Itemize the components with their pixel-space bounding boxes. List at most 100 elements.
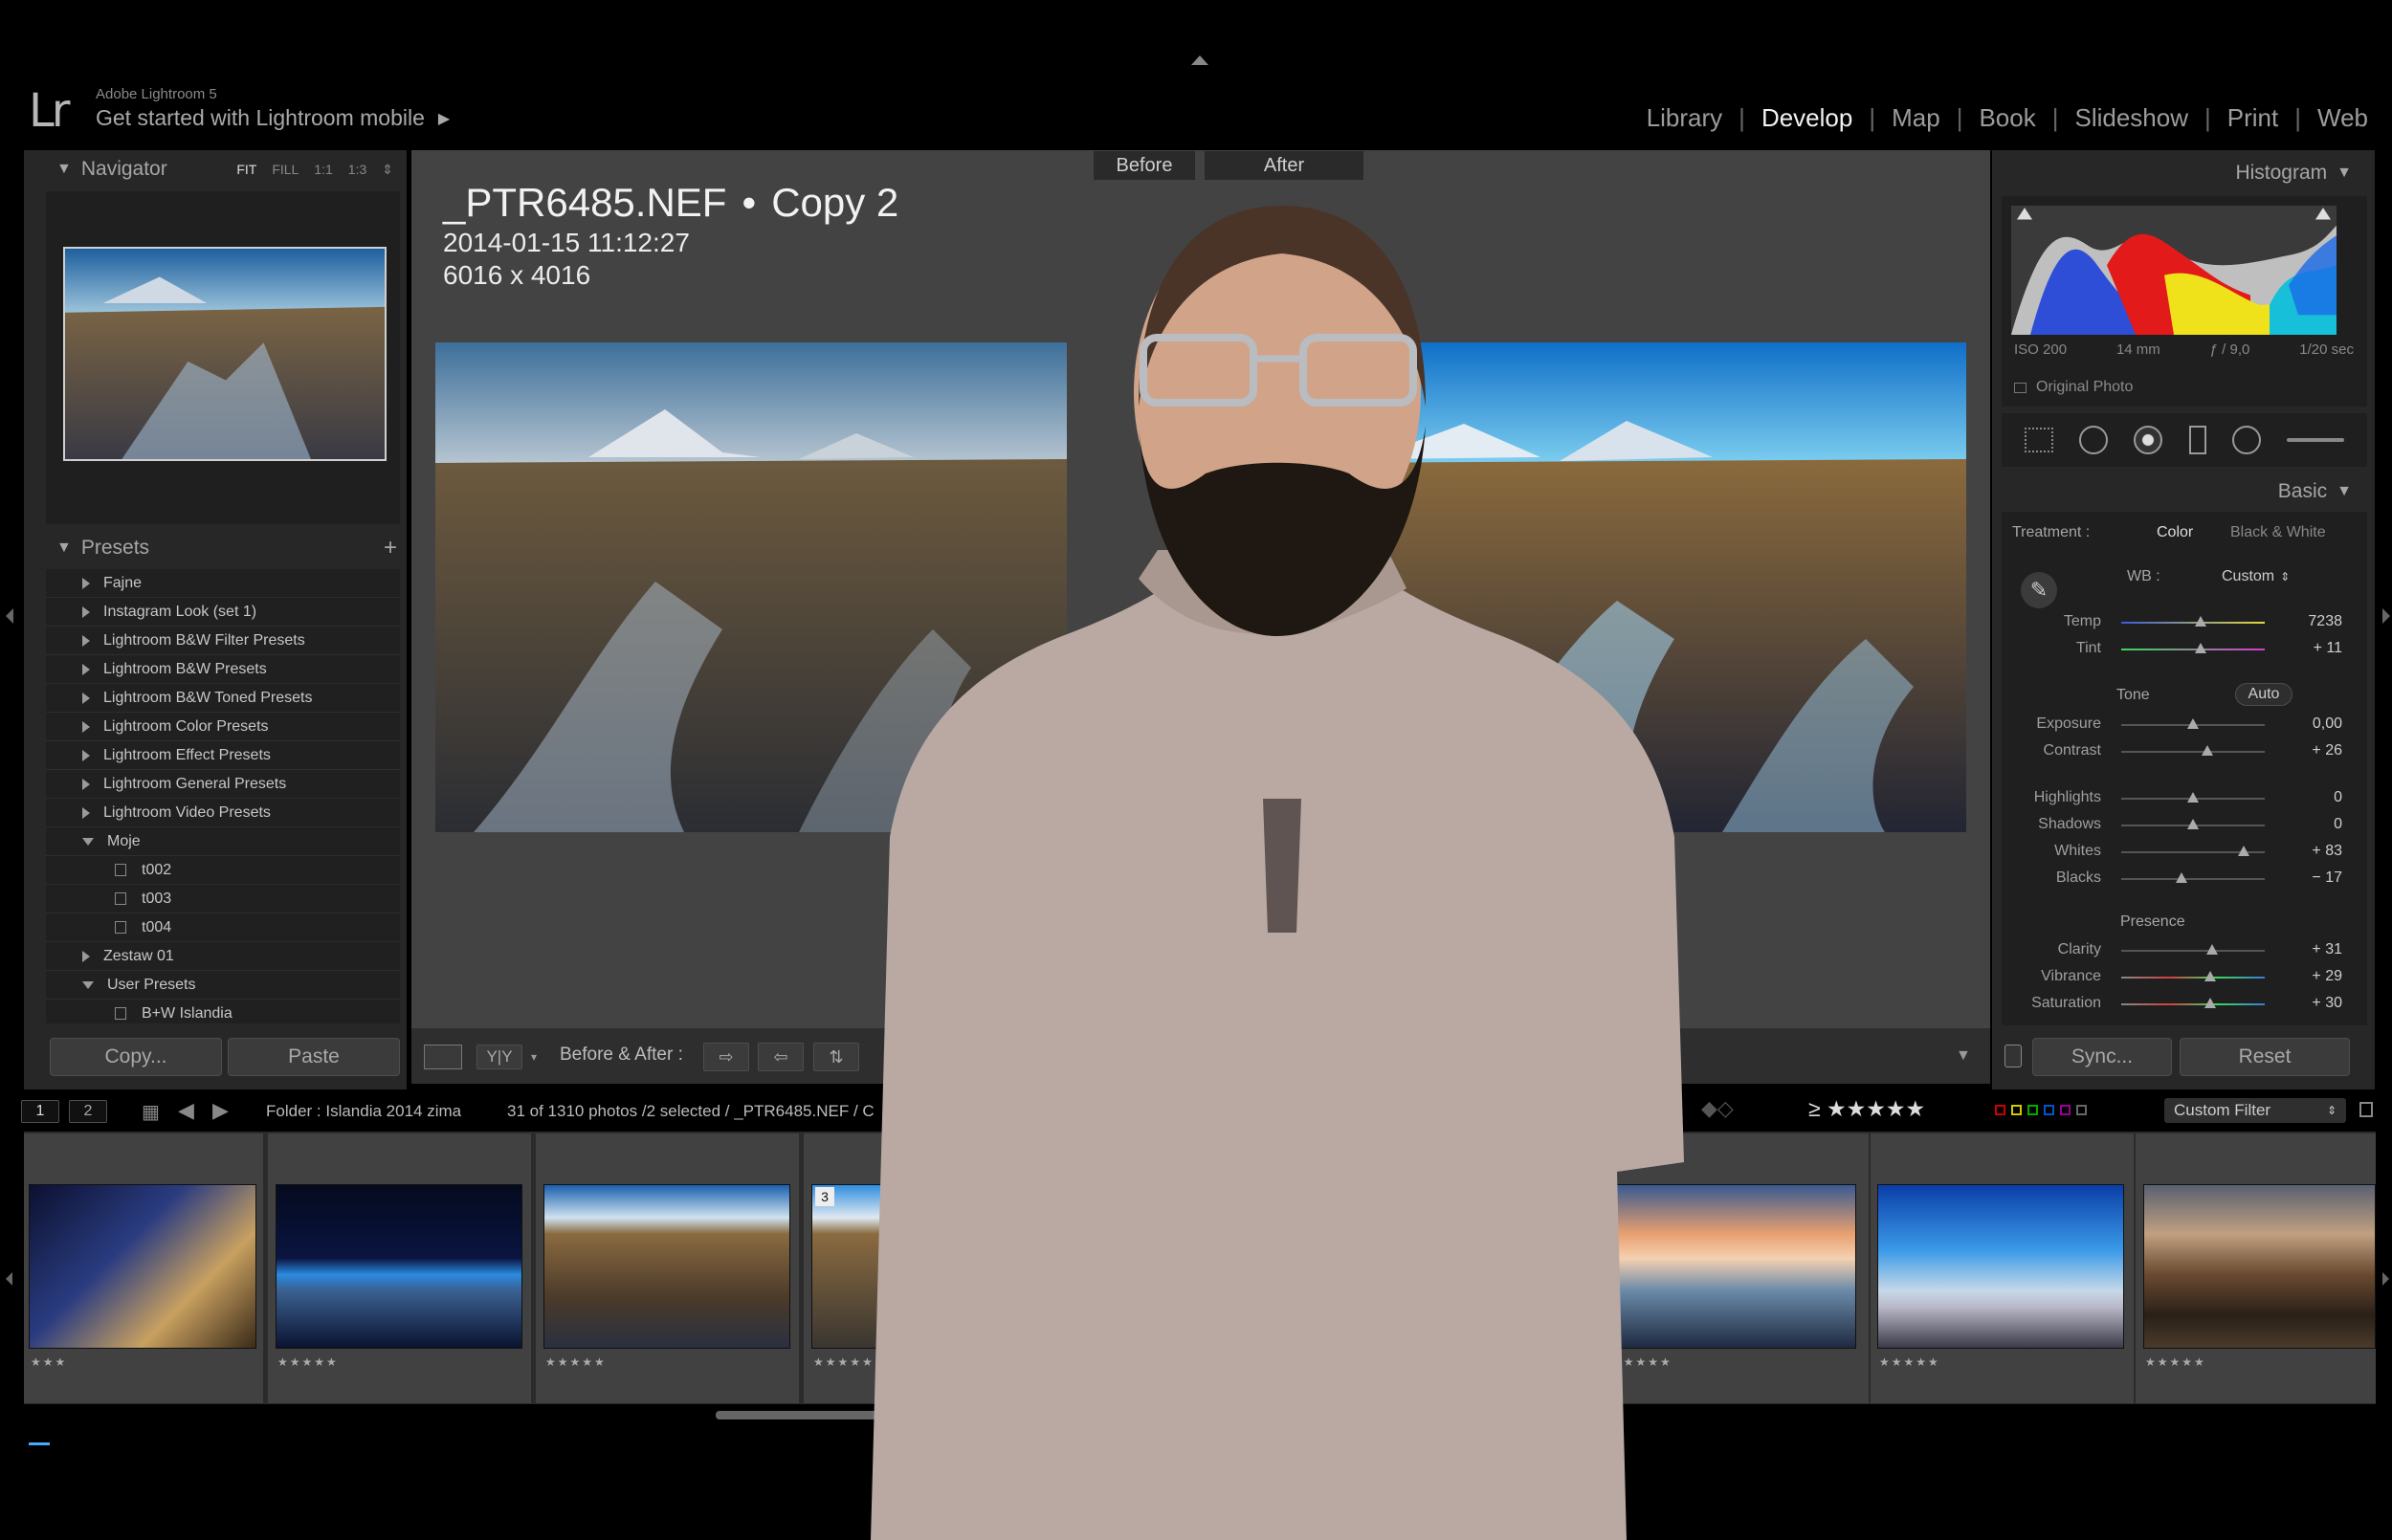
slider-value[interactable]: 0 (2334, 816, 2342, 833)
slider-handle[interactable] (2187, 718, 2199, 729)
module-slideshow[interactable]: Slideshow (2058, 103, 2204, 133)
slider-handle[interactable] (2194, 616, 2206, 627)
module-print[interactable]: Print (2211, 103, 2294, 133)
paste-button[interactable]: Paste (228, 1038, 400, 1076)
main-window-button[interactable]: 1 (21, 1100, 59, 1123)
shadows-slider[interactable]: Shadows 0 (2002, 812, 2367, 839)
preset-folder[interactable]: Lightroom Effect Presets (46, 741, 400, 770)
navigator-header[interactable]: ▼ Navigator FIT FILL 1:1 1:3 ⇕ (43, 153, 407, 186)
filmstrip-thumbnail[interactable] (543, 1184, 790, 1349)
slider-value[interactable]: 0 (2334, 789, 2342, 806)
slider-value[interactable]: − 17 (2312, 869, 2342, 887)
whites-slider[interactable]: Whites + 83 (2002, 839, 2367, 866)
red-eye-icon[interactable] (2134, 426, 2163, 454)
adjustment-brush-icon[interactable] (2287, 438, 2345, 442)
filmstrip-thumbnail[interactable] (276, 1184, 522, 1349)
left-panel-arrow-icon[interactable] (6, 608, 13, 624)
blacks-slider[interactable]: Blacks − 17 (2002, 866, 2367, 892)
radial-filter-icon[interactable] (2231, 426, 2261, 454)
slider-value[interactable]: + 31 (2312, 941, 2342, 958)
slider-track[interactable] (2121, 977, 2265, 979)
slider-value[interactable]: 7238 (2308, 613, 2342, 630)
preset-folder[interactable]: Lightroom B&W Presets (46, 655, 400, 684)
slider-handle[interactable] (2194, 643, 2206, 653)
filmstrip-right-arrow-icon[interactable] (2382, 1272, 2389, 1286)
zoom-dropdown-icon[interactable]: ⇕ (382, 162, 393, 178)
slider-handle[interactable] (2204, 998, 2216, 1008)
vibrance-slider[interactable]: Vibrance + 29 (2002, 964, 2367, 991)
rating-filter[interactable]: ≥ ★★★★★ (1808, 1096, 1925, 1122)
color-label-red[interactable] (1995, 1105, 2005, 1115)
spot-removal-icon[interactable] (2078, 426, 2108, 454)
slider-handle[interactable] (2187, 792, 2199, 803)
module-develop[interactable]: Develop (1745, 103, 1869, 133)
saturation-slider[interactable]: Saturation + 30 (2002, 991, 2367, 1018)
copy-button[interactable]: Copy... (50, 1038, 222, 1076)
slider-value[interactable]: + 11 (2314, 640, 2342, 657)
basic-header[interactable]: Basic ▼ (2000, 475, 2365, 508)
color-label-green[interactable] (2027, 1105, 2038, 1115)
preset-folder[interactable]: Lightroom B&W Toned Presets (46, 684, 400, 713)
preset-folder[interactable]: Fajne (46, 569, 400, 598)
treatment-black-white[interactable]: Black & White (2230, 524, 2326, 541)
filmstrip-thumbnail[interactable] (2143, 1184, 2376, 1349)
custom-filter-dropdown[interactable]: Custom Filter ⇕ (2164, 1098, 2346, 1123)
slider-track[interactable] (2121, 622, 2265, 624)
preset-folder[interactable]: Lightroom Video Presets (46, 799, 400, 827)
slider-handle[interactable] (2237, 846, 2249, 856)
preset-folder[interactable]: User Presets (46, 971, 400, 1000)
previous-arrow-icon[interactable]: ◀ (178, 1098, 194, 1123)
preset-folder[interactable]: Lightroom Color Presets (46, 713, 400, 741)
slider-track[interactable] (2121, 878, 2265, 880)
treatment-color[interactable]: Color (2157, 524, 2193, 541)
slider-handle[interactable] (2205, 944, 2218, 955)
color-label-purple[interactable] (2060, 1105, 2071, 1115)
right-panel-arrow-icon[interactable] (2382, 608, 2390, 624)
loupe-view-icon[interactable] (424, 1045, 462, 1069)
grid-view-icon[interactable]: ▦ (142, 1100, 160, 1124)
view-dropdown-icon[interactable]: ▾ (531, 1050, 537, 1064)
slider-value[interactable]: + 26 (2312, 742, 2342, 759)
slider-value[interactable]: + 83 (2312, 843, 2342, 860)
slider-handle[interactable] (2204, 971, 2216, 981)
exposure-slider[interactable]: Exposure 0,00 (2002, 712, 2367, 738)
slider-value[interactable]: + 30 (2312, 995, 2342, 1012)
zoom-1-1[interactable]: 1:1 (314, 162, 332, 177)
preset-folder[interactable]: Lightroom General Presets (46, 770, 400, 799)
copy-before-to-after-icon[interactable]: ⇨ (703, 1043, 749, 1071)
color-label-none[interactable] (2076, 1105, 2087, 1115)
filmstrip-thumbnail[interactable] (1877, 1184, 2124, 1349)
sync-button[interactable]: Sync... (2032, 1038, 2172, 1076)
presets-header[interactable]: ▼ Presets + (43, 532, 407, 564)
module-map[interactable]: Map (1875, 103, 1957, 133)
slider-value[interactable]: + 29 (2312, 968, 2342, 985)
wb-dropdown[interactable]: Custom ⇕ (2222, 568, 2290, 585)
slider-track[interactable] (2121, 1003, 2265, 1005)
toolbar-dropdown-icon[interactable]: ▼ (1956, 1047, 1971, 1065)
slider-track[interactable] (2121, 950, 2265, 952)
filmstrip-left-arrow-icon[interactable] (6, 1272, 12, 1286)
crop-tool-icon[interactable] (2024, 428, 2053, 452)
histogram-graph[interactable] (2011, 206, 2337, 335)
white-balance-selector-icon[interactable]: ✎ (2021, 572, 2057, 608)
folder-label[interactable]: Folder : Islandia 2014 zima (266, 1102, 461, 1121)
reset-button[interactable]: Reset (2180, 1038, 2350, 1076)
preset-folder[interactable]: Instagram Look (set 1) (46, 598, 400, 627)
zoom-fit[interactable]: FIT (236, 162, 256, 177)
module-library[interactable]: Library (1630, 103, 1739, 133)
contrast-slider[interactable]: Contrast + 26 (2002, 738, 2367, 765)
slider-value[interactable]: 0,00 (2313, 715, 2342, 733)
zoom-fill[interactable]: FILL (272, 162, 299, 177)
tint-slider[interactable]: Tint + 11 (2002, 636, 2367, 663)
preset-folder[interactable]: Lightroom B&W Filter Presets (46, 627, 400, 655)
mobile-link[interactable]: Get started with Lightroom mobile ▶ (96, 105, 450, 131)
slider-track[interactable] (2121, 751, 2265, 753)
color-label-yellow[interactable] (2011, 1105, 2022, 1115)
preset-item[interactable]: t002 (46, 856, 400, 885)
copy-after-to-before-icon[interactable]: ⇦ (758, 1043, 804, 1071)
module-web[interactable]: Web (2301, 103, 2384, 133)
filter-lock-icon[interactable] (2359, 1102, 2373, 1117)
panel-switch-icon[interactable] (2004, 1045, 2022, 1067)
preset-folder[interactable]: Zestaw 01 (46, 942, 400, 971)
color-label-filter[interactable] (1995, 1105, 2087, 1115)
